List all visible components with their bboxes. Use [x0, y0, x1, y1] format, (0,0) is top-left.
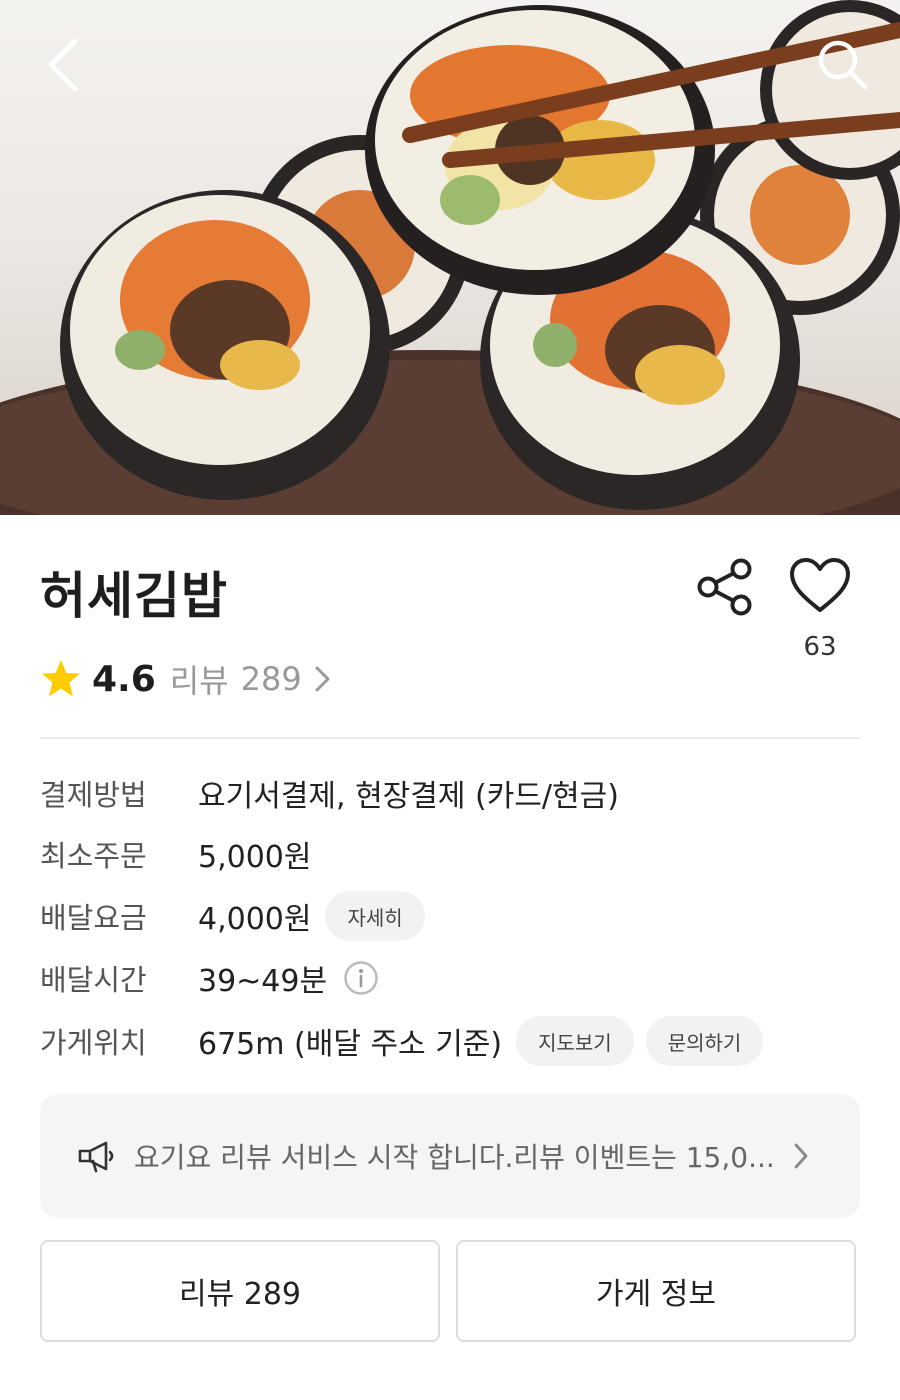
chevron-right-icon	[794, 1143, 808, 1169]
info-value: 39~49분	[198, 964, 328, 999]
info-label: 가게위치	[40, 1026, 147, 1060]
info-icon[interactable]	[343, 960, 379, 996]
info-label: 결제방법	[40, 778, 147, 812]
review-count: 289	[240, 660, 302, 698]
info-label: 배달시간	[40, 963, 147, 997]
info-row-min-order: 최소주문 5,000원	[40, 829, 311, 879]
tab-store-info[interactable]: 가게 정보	[456, 1240, 856, 1342]
kimbap-photo	[0, 0, 900, 515]
like-button[interactable]	[788, 556, 852, 616]
map-view-button[interactable]: 지도보기	[516, 1016, 634, 1066]
info-label: 배달요금	[40, 901, 147, 935]
notice-text: 요기요 리뷰 서비스 시작 합니다.리뷰 이벤트는 15,0...	[134, 1141, 775, 1174]
info-value: 요기서결제, 현장결제 (카드/현금)	[198, 779, 619, 814]
share-icon	[697, 558, 752, 616]
store-hero-image	[0, 0, 900, 515]
megaphone-icon	[78, 1141, 114, 1173]
info-value: 4,000원	[198, 902, 312, 937]
search-button[interactable]	[808, 30, 878, 100]
share-button[interactable]	[694, 556, 756, 618]
info-value: 675m (배달 주소 기준)	[198, 1027, 503, 1062]
star-icon	[42, 660, 80, 697]
chevron-left-icon	[48, 38, 78, 92]
divider	[40, 737, 860, 739]
info-row-delivery-fee: 배달요금 4,000원 자세히	[40, 891, 425, 941]
like-count: 63	[803, 632, 837, 662]
rating-summary[interactable]: 4.6 리뷰 289	[40, 656, 334, 702]
notice-banner[interactable]: 요기요 리뷰 서비스 시작 합니다.리뷰 이벤트는 15,0...	[40, 1094, 860, 1218]
info-row-location: 가게위치 675m (배달 주소 기준) 지도보기 문의하기	[40, 1016, 764, 1066]
review-label: 리뷰	[169, 662, 229, 700]
delivery-fee-detail-button[interactable]: 자세히	[325, 891, 425, 941]
rating-score: 4.6	[92, 658, 156, 700]
info-row-payment: 결제방법 요기서결제, 현장결제 (카드/현금)	[40, 768, 619, 818]
info-label: 최소주문	[40, 839, 147, 873]
search-icon	[818, 40, 868, 90]
info-value: 5,000원	[198, 840, 312, 875]
heart-icon	[790, 558, 850, 612]
tab-reviews[interactable]: 리뷰 289	[40, 1240, 440, 1342]
inquiry-button[interactable]: 문의하기	[645, 1016, 764, 1066]
chevron-right-icon	[315, 666, 330, 692]
info-row-delivery-time: 배달시간 39~49분	[40, 953, 379, 1003]
back-button[interactable]	[28, 30, 98, 100]
store-name: 허세김밥	[40, 567, 228, 625]
